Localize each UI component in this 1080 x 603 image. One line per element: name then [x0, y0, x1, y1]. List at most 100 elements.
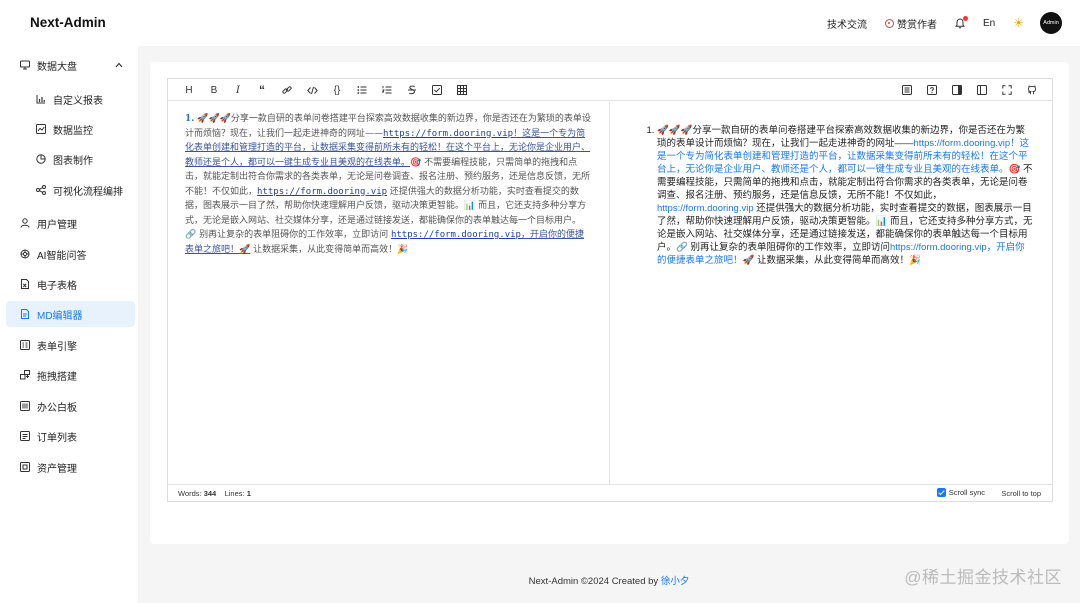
- words-label: Words:: [178, 489, 202, 498]
- sidebar-item-whiteboard[interactable]: 办公白板: [6, 393, 135, 419]
- sidebar-item-label: 自定义报表: [53, 95, 103, 107]
- lines-label: Lines:: [224, 489, 245, 498]
- write-only-icon[interactable]: [975, 83, 989, 97]
- fullscreen-icon[interactable]: [1000, 83, 1014, 97]
- sidebar-item-md-editor[interactable]: MD编辑器: [6, 301, 135, 327]
- preview-text: 🚀 让数据采集，从此变得简单而高效！🎉: [742, 255, 921, 266]
- help-icon[interactable]: [925, 83, 939, 97]
- preview-only-icon[interactable]: [950, 83, 964, 97]
- sidebar-item-label: 用户管理: [37, 219, 77, 231]
- notification-bell-icon[interactable]: [955, 16, 968, 29]
- markdown-icon: [20, 309, 30, 319]
- unordered-list-icon[interactable]: [355, 83, 369, 97]
- sidebar-item-spreadsheet[interactable]: 电子表格: [6, 271, 135, 297]
- sidebar-item-label: AI智能问答: [37, 250, 87, 262]
- github-icon[interactable]: [1025, 83, 1039, 97]
- source-text: 让数据采集，从此变得简单而高效！🎉: [250, 244, 409, 255]
- sidebar-item-orders[interactable]: 订单列表: [6, 423, 135, 449]
- preview-link[interactable]: https://form.dooring.vip: [657, 203, 754, 214]
- sheet-icon: [20, 279, 30, 289]
- coffee-icon: [885, 18, 894, 28]
- sidebar-item-assets[interactable]: 资产管理: [6, 454, 135, 480]
- sidebar-item-label: 拖拽搭建: [37, 371, 77, 383]
- word-line-count: Words: 344 Lines: 1: [178, 489, 251, 498]
- sidebar-item-form-engine[interactable]: 表单引擎: [6, 332, 135, 358]
- editor-status-bar: Words: 344 Lines: 1 Scroll sync Scroll t…: [168, 484, 1052, 501]
- source-url: https://form.dooring.vip: [390, 230, 521, 240]
- sidebar-item-label: 办公白板: [37, 402, 77, 414]
- sponsor-link[interactable]: 赞赏作者: [885, 16, 937, 31]
- sidebar-item-label: 资产管理: [37, 463, 77, 475]
- heading-icon[interactable]: H: [182, 83, 196, 97]
- language-switch[interactable]: En: [983, 18, 995, 29]
- sidebar-item-label: 可视化流程编排: [53, 186, 123, 198]
- sidebar-item-label: 数据监控: [53, 125, 93, 137]
- strikethrough-icon[interactable]: [405, 83, 419, 97]
- italic-icon[interactable]: I: [231, 83, 245, 97]
- code-block-icon[interactable]: {}: [330, 83, 344, 97]
- sidebar-item-chart-maker[interactable]: 图表制作: [6, 146, 135, 172]
- brand-logo[interactable]: Next-Admin: [30, 15, 106, 30]
- form-icon: [20, 340, 30, 350]
- scroll-sync-checkbox[interactable]: Scroll sync: [936, 488, 985, 497]
- sidebar-item-label: 图表制作: [53, 155, 93, 167]
- preview-list: 🚀🚀🚀分享一款自研的表单问卷搭建平台探索高效数据收集的新边界，你是否还在为繁琐的…: [645, 124, 1034, 267]
- watermark: @稀土掘金技术社区: [904, 568, 1062, 587]
- sidebar-item-flow-editor[interactable]: 可视化流程编排: [6, 177, 135, 203]
- asset-icon: [20, 462, 30, 472]
- sidebar-item-dashboard[interactable]: 数据大盘: [6, 52, 135, 78]
- notification-dot: [963, 16, 968, 21]
- list-item: 🚀🚀🚀分享一款自研的表单问卷搭建平台探索高效数据收集的新边界，你是否还在为繁琐的…: [657, 124, 1034, 267]
- toc-icon[interactable]: [900, 83, 914, 97]
- scroll-to-top-button[interactable]: Scroll to top: [1001, 489, 1041, 498]
- ordered-list-icon[interactable]: [380, 83, 394, 97]
- code-icon[interactable]: [305, 83, 319, 97]
- theme-sun-icon[interactable]: ☀: [1013, 16, 1024, 30]
- sidebar: 数据大盘 自定义报表 数据监控 图表制作 可视化流程编排 用户管理 AI智能问答…: [0, 46, 138, 603]
- pie-chart-icon: [36, 154, 46, 164]
- avatar[interactable]: Admin: [1040, 12, 1062, 34]
- scroll-sync-label: Scroll sync: [948, 488, 985, 497]
- words-value: 344: [203, 489, 217, 498]
- sidebar-item-custom-report[interactable]: 自定义报表: [6, 86, 135, 112]
- source-url: https://form.dooring.vip: [257, 186, 388, 197]
- sidebar-item-label: 电子表格: [37, 280, 77, 292]
- link-icon[interactable]: [280, 83, 294, 97]
- bar-chart-icon: [36, 94, 46, 104]
- whiteboard-icon: [20, 401, 30, 411]
- sidebar-item-ai-qa[interactable]: AI智能问答: [6, 241, 135, 267]
- user-icon: [20, 218, 30, 228]
- header-actions: 技术交流 赞赏作者 En ☀ Admin: [809, 10, 1062, 36]
- monitor-icon: [20, 60, 30, 70]
- footer-text: Next-Admin ©2024 Created by: [528, 576, 661, 587]
- sidebar-item-label: 订单列表: [37, 432, 77, 444]
- sidebar-item-drag-build[interactable]: 拖拽搭建: [6, 362, 135, 388]
- line-chart-icon: [36, 124, 46, 134]
- drag-icon: [20, 370, 30, 380]
- chevron-up-icon[interactable]: [115, 60, 123, 71]
- lines-value: 1: [246, 489, 251, 498]
- top-bar: Next-Admin 技术交流 赞赏作者 En ☀ Admin: [0, 0, 1080, 46]
- flow-icon: [36, 185, 46, 195]
- sidebar-item-data-monitor[interactable]: 数据监控: [6, 116, 135, 142]
- editor-toolbar: H B I “ {}: [168, 79, 1052, 101]
- list-number: 1.: [185, 114, 195, 124]
- sidebar-item-users[interactable]: 用户管理: [6, 210, 135, 236]
- sidebar-item-label: 表单引擎: [37, 341, 77, 353]
- task-list-icon[interactable]: [430, 83, 444, 97]
- markdown-preview-pane: 🚀🚀🚀分享一款自研的表单问卷搭建平台探索高效数据收集的新边界，你是否还在为繁琐的…: [611, 102, 1052, 484]
- sidebar-item-label: 数据大盘: [37, 61, 77, 73]
- markdown-source-pane[interactable]: 1. 🚀🚀🚀分享一款自研的表单问卷搭建平台探索高效数据收集的新边界，你是否还在为…: [168, 102, 610, 484]
- table-icon[interactable]: [455, 83, 469, 97]
- sponsor-label: 赞赏作者: [897, 19, 937, 31]
- quote-icon[interactable]: “: [255, 83, 269, 97]
- checkbox-checked-icon[interactable]: [936, 488, 946, 497]
- ai-icon: [20, 249, 30, 259]
- tech-exchange-link[interactable]: 技术交流: [827, 16, 867, 31]
- sidebar-item-label: MD编辑器: [37, 310, 83, 322]
- footer-author-link[interactable]: 徐小夕: [661, 576, 690, 587]
- markdown-editor: H B I “ {} 1. 🚀🚀🚀分享一款自研的表单问卷搭建平台探索高效数据收集…: [167, 78, 1053, 502]
- bold-icon[interactable]: B: [207, 83, 221, 97]
- source-url: https://form.dooring.vip: [383, 128, 514, 139]
- order-icon: [20, 431, 30, 441]
